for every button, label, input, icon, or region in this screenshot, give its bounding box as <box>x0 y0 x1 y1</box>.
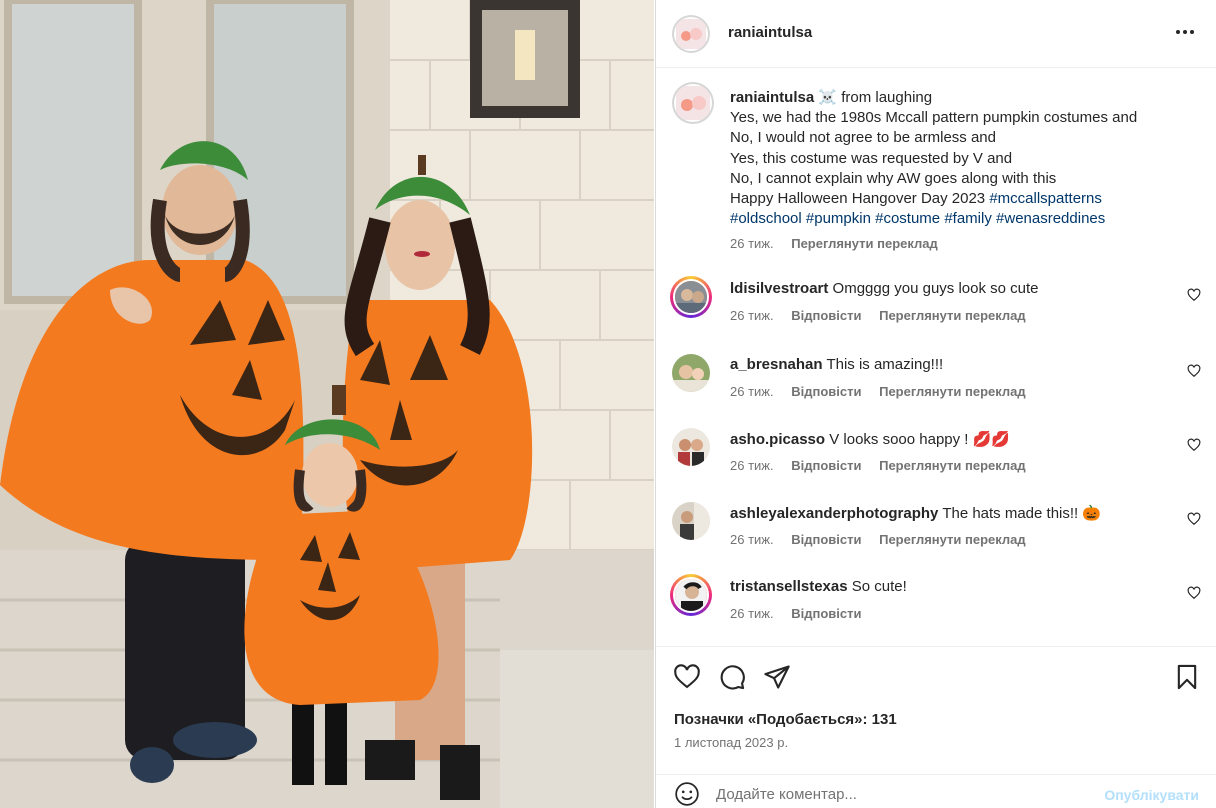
share-icon[interactable] <box>763 663 791 691</box>
comment-username[interactable]: a_bresnahan <box>730 356 823 373</box>
reply-button[interactable]: Відповісти <box>791 458 861 473</box>
hashtag-link[interactable]: #family <box>944 210 992 227</box>
comment-item: tristansellstexas So cute! 26 тиж. Відпо… <box>656 572 1216 636</box>
comment-item: ashleyalexanderphotography The hats made… <box>656 498 1216 562</box>
comment-input[interactable] <box>716 781 1076 807</box>
comment-timestamp[interactable]: 26 тиж. <box>730 458 774 473</box>
heart-icon[interactable] <box>673 663 701 691</box>
caption-text: raniaintulsa ☠️ from laughing Yes, we ha… <box>730 88 1190 229</box>
comment-text: The hats made this!! 🎃 <box>942 505 1102 522</box>
commenter-avatar[interactable] <box>670 574 712 616</box>
hashtag-link[interactable]: #oldschool <box>730 210 802 227</box>
reply-button[interactable]: Відповісти <box>791 532 861 547</box>
post-header: raniaintulsa <box>656 0 1216 68</box>
post-actions: Позначки «Подобається»: 131 1 листопад 2… <box>656 646 1216 774</box>
reply-button[interactable]: Відповісти <box>791 606 861 621</box>
caption-username[interactable]: raniaintulsa <box>730 89 814 106</box>
comment-like-icon[interactable] <box>1187 438 1201 452</box>
caption-line: ☠️ from laughing <box>818 89 933 106</box>
family-pumpkin-costume-photo <box>0 0 654 808</box>
author-avatar[interactable] <box>674 17 708 51</box>
comment-username[interactable]: ashleyalexanderphotography <box>730 505 938 522</box>
hashtag-link[interactable]: #pumpkin <box>806 210 871 227</box>
comment-timestamp[interactable]: 26 тиж. <box>730 606 774 621</box>
bookmark-icon[interactable] <box>1173 663 1201 691</box>
comment-timestamp[interactable]: 26 тиж. <box>730 308 774 323</box>
comment-like-icon[interactable] <box>1187 364 1201 378</box>
caption-line: Yes, we had the 1980s Mccall pattern pum… <box>730 109 1138 127</box>
more-options-icon[interactable] <box>1173 20 1197 44</box>
caption-meta: 26 тиж. Переглянути переклад <box>730 236 952 251</box>
hashtag-link[interactable]: #wenasreddines <box>996 210 1105 227</box>
caption-author-avatar[interactable] <box>674 84 712 122</box>
translate-link[interactable]: Переглянути переклад <box>879 308 1026 323</box>
comment-icon[interactable] <box>718 663 746 691</box>
comment-text: Omgggg you guys look so cute <box>832 280 1039 297</box>
comment-item: asho.picasso V looks sooo happy ! 💋💋 26 … <box>656 424 1216 488</box>
comment-like-icon[interactable] <box>1187 586 1201 600</box>
comment-text: This is amazing!!! <box>826 356 944 373</box>
commenter-avatar[interactable] <box>672 354 710 392</box>
commenter-avatar[interactable] <box>672 428 710 466</box>
caption-line: No, I would not agree to be armless and <box>730 129 996 147</box>
author-username[interactable]: raniaintulsa <box>728 24 812 41</box>
comment-username[interactable]: ldisilvestroart <box>730 280 828 297</box>
comment-item: ldisilvestroart Omgggg you guys look so … <box>656 274 1216 338</box>
commenter-avatar[interactable] <box>672 502 710 540</box>
comment-like-icon[interactable] <box>1187 288 1201 302</box>
likes-count[interactable]: Позначки «Подобається»: 131 <box>674 711 897 728</box>
caption-timestamp[interactable]: 26 тиж. <box>730 236 774 251</box>
emoji-icon[interactable] <box>674 781 700 807</box>
comment-text: V looks sooo happy ! 💋💋 <box>829 431 1010 448</box>
caption-line: No, I cannot explain why AW goes along w… <box>730 169 1057 187</box>
caption-line: Happy Halloween Hangover Day 2023 <box>730 190 990 208</box>
translate-link[interactable]: Переглянути переклад <box>879 532 1026 547</box>
translate-link[interactable]: Переглянути переклад <box>879 458 1026 473</box>
caption-translate-link[interactable]: Переглянути переклад <box>791 236 938 251</box>
add-comment-bar: Опублікувати <box>656 774 1216 808</box>
post-date[interactable]: 1 листопад 2023 р. <box>674 735 788 750</box>
hashtag-link[interactable]: #costume <box>875 210 940 227</box>
comment-item: a_bresnahan This is amazing!!! 26 тиж. В… <box>656 350 1216 414</box>
post-photo[interactable] <box>0 0 654 808</box>
comment-username[interactable]: tristansellstexas <box>730 578 848 595</box>
comment-timestamp[interactable]: 26 тиж. <box>730 384 774 399</box>
translate-link[interactable]: Переглянути переклад <box>879 384 1026 399</box>
comment-like-icon[interactable] <box>1187 512 1201 526</box>
hashtag-link[interactable]: #mccallspatterns <box>989 190 1102 207</box>
caption-line: Yes, this costume was requested by V and <box>730 149 1013 167</box>
post-details-panel: raniaintulsa raniaintulsa ☠️ from laughi… <box>655 0 1216 808</box>
post-comment-button[interactable]: Опублікувати <box>1104 787 1199 803</box>
comment-username[interactable]: asho.picasso <box>730 431 825 448</box>
comment-text: So cute! <box>851 578 907 595</box>
reply-button[interactable]: Відповісти <box>791 384 861 399</box>
reply-button[interactable]: Відповісти <box>791 308 861 323</box>
comment-timestamp[interactable]: 26 тиж. <box>730 532 774 547</box>
commenter-avatar[interactable] <box>670 276 712 318</box>
